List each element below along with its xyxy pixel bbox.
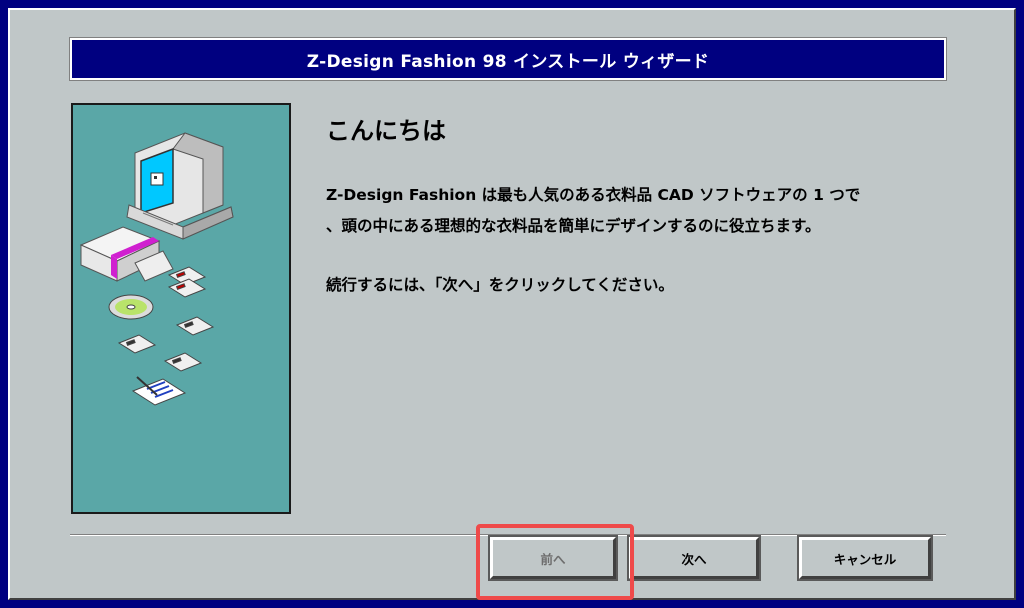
back-button[interactable]: 前へ	[488, 535, 618, 581]
description-line-1: Z-Design Fashion は最も人気のある衣料品 CAD ソフトウェアの…	[326, 186, 861, 204]
description-line-2: 、頭の中にある理想的な衣料品を簡単にデザインするのに役立ちます。	[326, 217, 821, 235]
computer-with-software-disks-icon	[79, 132, 234, 406]
next-button[interactable]: 次へ	[627, 535, 761, 581]
cancel-button[interactable]: キャンセル	[797, 535, 933, 581]
illustration-panel	[71, 103, 291, 514]
title-bar: Z-Design Fashion 98 インストール ウィザード	[69, 37, 947, 81]
page-heading: こんにちは	[326, 117, 446, 145]
description-text: Z-Design Fashion は最も人気のある衣料品 CAD ソフトウェアの…	[326, 180, 966, 242]
window-title: Z-Design Fashion 98 インストール ウィザード	[306, 51, 710, 72]
instruction-text: 続行するには、「次へ」をクリックしてください。	[326, 276, 674, 294]
installer-window: Z-Design Fashion 98 インストール ウィザード こんにちは Z…	[8, 8, 1016, 600]
welcome-content: こんにちは Z-Design Fashion は最も人気のある衣料品 CAD ソ…	[326, 116, 966, 300]
button-separator	[70, 534, 946, 536]
